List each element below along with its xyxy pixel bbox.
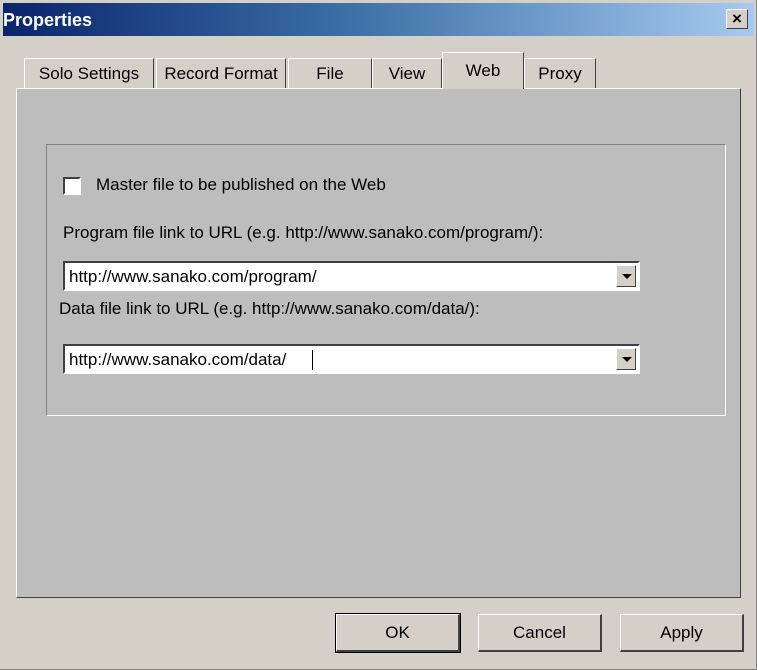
web-tab-panel: Master file to be published on the Web P… (16, 88, 741, 598)
data-url-combo[interactable]: http://www.sanako.com/data/ (63, 344, 640, 374)
close-icon: × (732, 9, 742, 28)
apply-button[interactable]: Apply (620, 614, 744, 652)
program-url-label: Program file link to URL (e.g. http://ww… (63, 223, 544, 242)
master-file-label[interactable]: Master file to be published on the Web (96, 175, 386, 195)
close-button[interactable]: × (726, 9, 748, 29)
tab-web[interactable]: Web (442, 52, 524, 89)
master-file-checkbox[interactable] (63, 177, 81, 195)
tab-solo-settings[interactable]: Solo Settings (24, 58, 154, 88)
data-url-value[interactable]: http://www.sanako.com/data/ (69, 350, 286, 370)
window-title: Properties (3, 10, 93, 30)
properties-dialog: Properties × Solo Settings Record Format… (0, 0, 757, 670)
cancel-button[interactable]: Cancel (478, 614, 602, 652)
ok-button[interactable]: OK (335, 613, 461, 653)
web-settings-group: Master file to be published on the Web P… (46, 144, 726, 416)
program-url-combo[interactable]: http://www.sanako.com/program/ (63, 261, 640, 291)
title-bar[interactable]: Properties × (3, 3, 754, 36)
tab-proxy[interactable]: Proxy (524, 58, 596, 88)
chevron-down-icon[interactable] (616, 265, 636, 287)
data-url-label: Data file link to URL (e.g. http://www.s… (59, 299, 480, 318)
tab-record-format[interactable]: Record Format (156, 58, 286, 88)
text-cursor (312, 350, 313, 370)
chevron-down-icon[interactable] (616, 348, 636, 370)
tab-view[interactable]: View (372, 58, 442, 88)
tab-file[interactable]: File (288, 58, 372, 88)
program-url-value[interactable]: http://www.sanako.com/program/ (69, 267, 317, 287)
